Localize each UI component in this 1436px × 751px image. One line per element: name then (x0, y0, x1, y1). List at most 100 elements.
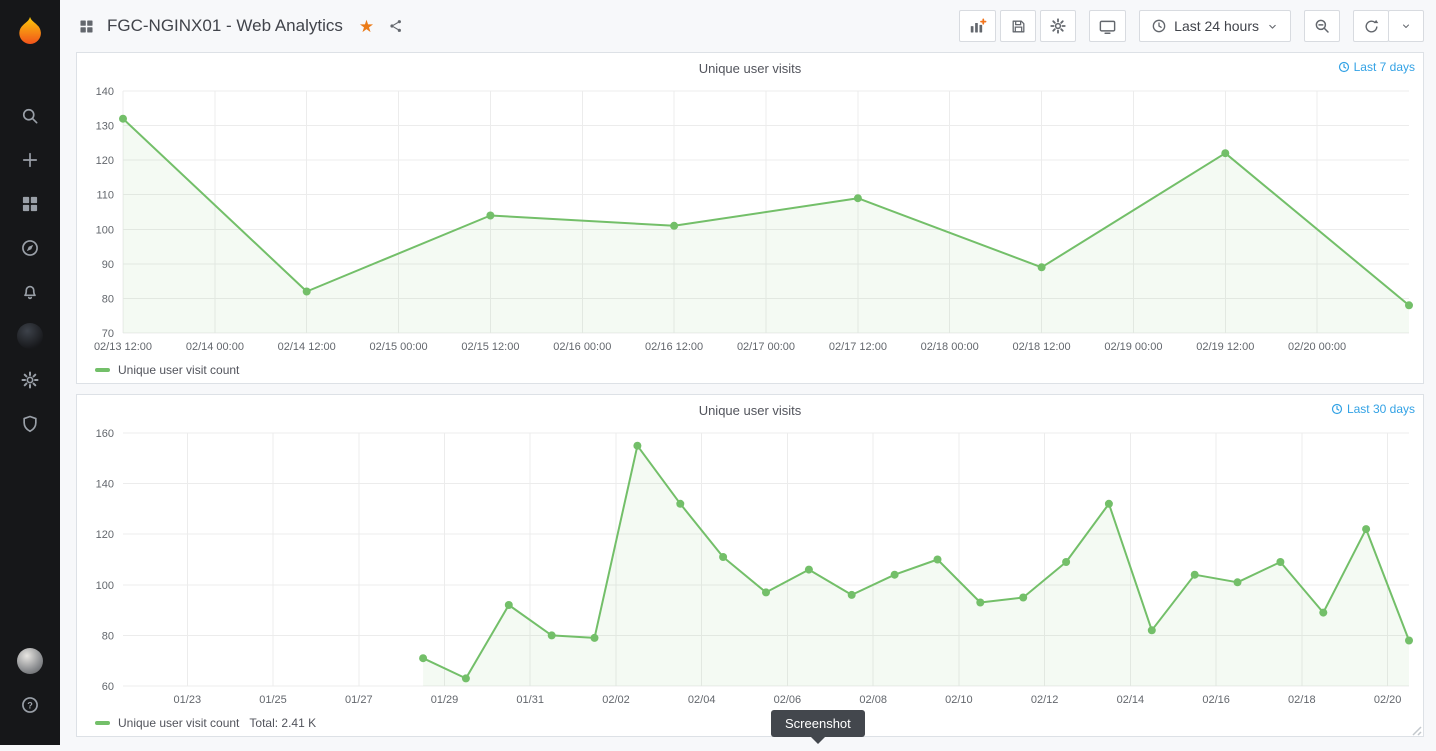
dashboard-settings-button[interactable] (1040, 10, 1077, 42)
sidebar: ? (0, 0, 60, 745)
svg-text:02/15 00:00: 02/15 00:00 (370, 341, 428, 353)
save-icon (1012, 20, 1025, 32)
time-series-chart-30d[interactable]: 01/23 01/25 01/27 01/29 01/31 02/02 02/04 02/06… (77, 425, 1423, 710)
configuration-gear-icon[interactable] (0, 358, 60, 402)
add-icon[interactable] (0, 138, 60, 182)
screenshot-tooltip[interactable]: Screenshot (771, 710, 865, 744)
refresh-button[interactable] (1353, 10, 1389, 42)
svg-text:02/17 00:00: 02/17 00:00 (737, 341, 795, 353)
tv-icon (1099, 20, 1116, 34)
cycle-view-mode-button[interactable] (1089, 10, 1127, 42)
svg-text:02/10: 02/10 (945, 694, 973, 706)
svg-text:02/17 12:00: 02/17 12:00 (829, 341, 887, 353)
svg-text:02/18: 02/18 (1288, 694, 1316, 706)
search-icon[interactable] (0, 94, 60, 138)
panel-title[interactable]: Unique user visits (699, 61, 802, 76)
svg-text:02/20 00:00: 02/20 00:00 (1288, 341, 1346, 353)
zoom-out-button[interactable] (1304, 10, 1340, 42)
settings-gear-icon (1050, 18, 1066, 34)
panel-header: Unique user visits Last 7 days (77, 53, 1423, 83)
svg-text:02/16 00:00: 02/16 00:00 (553, 341, 611, 353)
time-series-chart-7d[interactable]: 02/13 12:00 02/14 00:00 02/14 12:00 02/15 0… (77, 83, 1423, 357)
refresh-split-button (1353, 10, 1424, 42)
save-dashboard-button[interactable] (1000, 10, 1037, 42)
dashboard-header: FGC-NGINX01 - Web Analytics ★ Last 24 ho… (60, 0, 1436, 52)
svg-text:?: ? (27, 700, 33, 710)
svg-text:02/14 00:00: 02/14 00:00 (186, 341, 244, 353)
dashboard-grid: Unique user visits Last 7 days 02/13 12:… (60, 52, 1436, 745)
svg-text:02/13 12:00: 02/13 12:00 (94, 341, 152, 353)
help-icon[interactable]: ? (0, 683, 60, 727)
svg-text:02/14 12:00: 02/14 12:00 (278, 341, 336, 353)
panel-unique-user-visits-7d: Unique user visits Last 7 days 02/13 12:… (76, 52, 1424, 384)
panel-time-range-text: Last 30 days (1346, 402, 1415, 416)
svg-text:70: 70 (102, 328, 114, 340)
dashboards-icon[interactable] (0, 182, 60, 226)
chart-container: 01/23 01/25 01/27 01/29 01/31 02/02 02/04 02/06… (77, 425, 1423, 710)
svg-text:120: 120 (96, 529, 114, 541)
refresh-interval-dropdown[interactable] (1388, 10, 1424, 42)
alerting-bell-icon[interactable] (0, 270, 60, 314)
svg-text:80: 80 (102, 293, 114, 305)
legend-series-swatch (95, 368, 110, 372)
legend-series-swatch (95, 721, 110, 725)
panel-time-range-link[interactable]: Last 7 days (1338, 60, 1415, 74)
panel-resize-handle[interactable] (1410, 723, 1422, 736)
org-avatar[interactable] (0, 314, 60, 358)
clock-icon (1331, 403, 1343, 415)
svg-text:140: 140 (96, 479, 114, 491)
org-avatar-image (17, 323, 43, 349)
chevron-down-icon (1403, 24, 1409, 28)
panel-legend: Unique user visit count (77, 357, 1423, 383)
svg-text:02/04: 02/04 (688, 694, 716, 706)
svg-text:01/25: 01/25 (259, 694, 287, 706)
user-avatar[interactable] (0, 639, 60, 683)
clock-icon (1338, 61, 1349, 73)
refresh-icon (1365, 19, 1378, 32)
panel-time-range-link[interactable]: Last 30 days (1331, 402, 1415, 416)
svg-text:01/23: 01/23 (174, 694, 202, 706)
panel-header: Unique user visits Last 30 days (77, 395, 1423, 425)
svg-text:01/27: 01/27 (345, 694, 373, 706)
svg-text:02/14: 02/14 (1117, 694, 1145, 706)
time-picker-button[interactable]: Last 24 hours (1139, 10, 1291, 42)
svg-text:02/15 12:00: 02/15 12:00 (461, 341, 519, 353)
explore-compass-icon[interactable] (0, 226, 60, 270)
dashboard-title[interactable]: FGC-NGINX01 - Web Analytics (107, 16, 343, 36)
add-panel-button[interactable] (959, 10, 997, 42)
grafana-flame-icon (19, 16, 41, 44)
svg-text:02/18 00:00: 02/18 00:00 (921, 341, 979, 353)
svg-text:90: 90 (102, 259, 114, 271)
chart-container: 02/13 12:00 02/14 00:00 02/14 12:00 02/15 0… (77, 83, 1423, 357)
svg-text:110: 110 (96, 190, 114, 202)
svg-text:140: 140 (96, 86, 114, 98)
svg-text:02/06: 02/06 (774, 694, 802, 706)
chevron-down-icon (1269, 24, 1276, 29)
svg-text:01/31: 01/31 (516, 694, 544, 706)
legend-total: Total: 2.41 K (249, 716, 317, 730)
user-avatar-image (17, 648, 43, 674)
share-icon[interactable] (388, 18, 404, 34)
svg-text:130: 130 (96, 121, 114, 133)
main-area: FGC-NGINX01 - Web Analytics ★ Last 24 ho… (60, 0, 1436, 745)
dashboard-actions-group (959, 10, 1077, 42)
grafana-logo[interactable] (15, 8, 45, 52)
panel-unique-user-visits-30d: Unique user visits Last 30 days 01/23 01/… (76, 394, 1424, 737)
legend-series-label[interactable]: Unique user visit count (118, 716, 239, 730)
svg-text:100: 100 (96, 224, 114, 236)
svg-text:80: 80 (102, 630, 114, 642)
add-panel-icon (970, 18, 987, 32)
panel-legend: Unique user visit count Total: 2.41 K (77, 710, 1423, 736)
svg-text:02/16 12:00: 02/16 12:00 (645, 341, 703, 353)
svg-text:01/29: 01/29 (431, 694, 459, 706)
svg-text:02/12: 02/12 (1031, 694, 1059, 706)
svg-text:100: 100 (96, 580, 114, 592)
server-admin-shield-icon[interactable] (0, 402, 60, 446)
svg-text:160: 160 (96, 428, 114, 440)
svg-text:02/19 12:00: 02/19 12:00 (1196, 341, 1254, 353)
legend-series-label[interactable]: Unique user visit count (118, 363, 239, 377)
panel-title[interactable]: Unique user visits (699, 403, 802, 418)
svg-text:02/19 00:00: 02/19 00:00 (1104, 341, 1162, 353)
apps-icon (78, 18, 95, 35)
star-favorite-icon[interactable]: ★ (359, 18, 374, 35)
